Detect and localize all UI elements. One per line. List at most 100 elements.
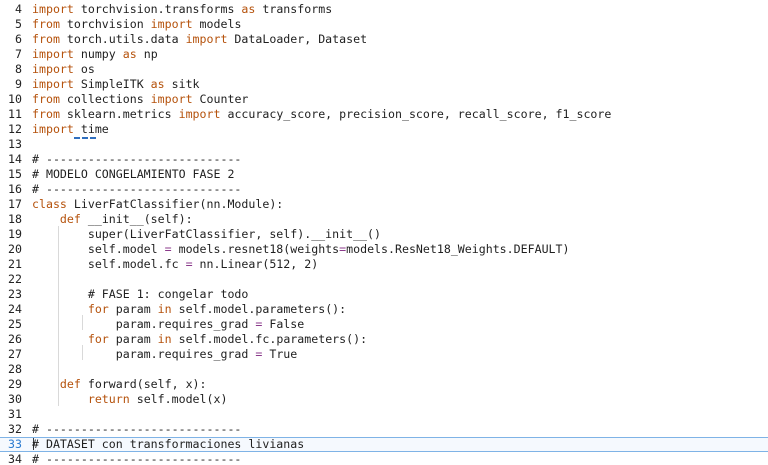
code-line[interactable]: 11 from sklearn.metrics import accuracy_s…: [0, 107, 768, 122]
code-line[interactable]: 16 # ----------------------------: [0, 182, 768, 197]
line-number: 5: [15, 17, 22, 31]
line-number: 29: [8, 377, 22, 391]
line-number: 33: [8, 437, 22, 451]
line-number: 22: [8, 272, 22, 286]
code-text: param.requires_grad = True: [32, 347, 298, 362]
code-token: models.resnet18(weights: [171, 242, 340, 256]
code-line[interactable]: 8 import os: [0, 62, 768, 77]
line-number: 15: [8, 167, 22, 181]
code-line[interactable]: 4 import torchvision.transforms as transf…: [0, 2, 768, 17]
code-text: # MODELO CONGELAMIENTO FASE 2: [32, 167, 234, 182]
code-line[interactable]: 28: [0, 362, 768, 377]
code-token: collections: [59, 92, 151, 106]
code-token: np: [136, 47, 158, 61]
code-token: self.model.fc: [32, 257, 186, 271]
line-number: 8: [15, 62, 22, 76]
line-number: 20: [8, 242, 22, 256]
code-text: # ----------------------------: [32, 182, 241, 197]
line-number: 28: [8, 362, 22, 376]
line-number: 25: [8, 317, 22, 331]
code-line[interactable]: 15 # MODELO CONGELAMIENTO FASE 2: [0, 167, 768, 182]
keyword-token: import: [32, 2, 74, 16]
keyword-token: def: [59, 212, 81, 226]
code-token: param.requires_grad: [32, 317, 256, 331]
code-text: from collections import Counter: [32, 92, 248, 107]
code-text: self.model.fc = nn.Linear(512, 2): [32, 257, 318, 272]
keyword-token: return: [87, 392, 130, 406]
code-token: time: [73, 122, 109, 136]
code-line[interactable]: 7 import numpy as np: [0, 47, 768, 62]
keyword-token: import: [178, 107, 221, 121]
line-number: 14: [8, 152, 22, 166]
code-token: SimpleITK: [73, 77, 151, 91]
line-number: 4: [15, 2, 22, 16]
line-number: 21: [8, 257, 22, 271]
line-number: 26: [8, 332, 22, 346]
line-number: 9: [15, 77, 22, 91]
code-token: sklearn.metrics: [59, 107, 179, 121]
code-line[interactable]: 26 for param in self.model.fc.parameters…: [0, 332, 768, 347]
code-line[interactable]: 17 class LiverFatClassifier(nn.Module):: [0, 197, 768, 212]
code-line[interactable]: 20 self.model = models.resnet18(weights=…: [0, 242, 768, 257]
comment-token: # ----------------------------: [32, 152, 242, 166]
code-text: import os: [32, 62, 95, 77]
code-line[interactable]: 13: [0, 137, 768, 152]
keyword-token: import: [150, 92, 193, 106]
code-line[interactable]: 14 # ----------------------------: [0, 152, 768, 167]
code-token: nn.Linear(512, 2): [192, 257, 319, 271]
keyword-token: from: [32, 17, 60, 31]
code-line[interactable]: 19 super(LiverFatClassifier, self).__ini…: [0, 227, 768, 242]
keyword-token: import: [185, 32, 228, 46]
code-line[interactable]: 31: [0, 407, 768, 422]
code-line[interactable]: 9 import SimpleITK as sitk: [0, 77, 768, 92]
code-line[interactable]: 21 self.model.fc = nn.Linear(512, 2): [0, 257, 768, 272]
code-line[interactable]: 32 # ----------------------------: [0, 422, 768, 437]
code-token: self.model.fc.parameters():: [171, 332, 368, 346]
code-line[interactable]: 10 from collections import Counter: [0, 92, 768, 107]
code-line[interactable]: 33 # DATASET con transformaciones liviana…: [0, 437, 768, 452]
code-line[interactable]: 23 # FASE 1: congelar todo: [0, 287, 768, 302]
code-token: os: [73, 62, 95, 76]
code-line[interactable]: 25 param.requires_grad = False: [0, 317, 768, 332]
keyword-token: as: [150, 77, 165, 91]
code-text: from torchvision import models: [32, 17, 241, 32]
keyword-token: for: [87, 302, 109, 316]
comment-token: # FASE 1: congelar todo: [87, 287, 249, 301]
code-token: False: [262, 317, 305, 331]
code-token: torchvision: [59, 17, 151, 31]
code-text: # DATASET con transformaciones livianas: [32, 437, 304, 452]
comment-token: # ----------------------------: [32, 422, 242, 436]
code-line[interactable]: 34 # ----------------------------: [0, 452, 768, 465]
line-number: 30: [8, 392, 22, 406]
code-line[interactable]: 30 return self.model(x): [0, 392, 768, 407]
code-token: self.model.parameters():: [171, 302, 347, 316]
code-editor[interactable]: 4 import torchvision.transforms as transf…: [0, 0, 768, 465]
code-text: import time: [32, 122, 109, 137]
code-line[interactable]: 18 def __init__(self):: [0, 212, 768, 227]
code-token: param: [108, 302, 158, 316]
keyword-token: in: [157, 332, 172, 346]
code-text: for param in self.model.parameters():: [32, 302, 346, 317]
code-text: import numpy as np: [32, 47, 158, 62]
code-line[interactable]: 12 import time: [0, 122, 768, 137]
code-line[interactable]: 22: [0, 272, 768, 287]
code-line[interactable]: 6 from torch.utils.data import DataLoader…: [0, 32, 768, 47]
code-line[interactable]: 5 from torchvision import models: [0, 17, 768, 32]
line-number: 27: [8, 347, 22, 361]
code-text: return self.model(x): [32, 392, 228, 407]
code-token: Counter: [192, 92, 249, 106]
code-text: from sklearn.metrics import accuracy_sco…: [32, 107, 611, 122]
keyword-token: as: [122, 47, 137, 61]
keyword-token: import: [32, 47, 74, 61]
code-token: param: [108, 332, 158, 346]
code-line[interactable]: 24 for param in self.model.parameters():: [0, 302, 768, 317]
code-token: models.ResNet18_Weights.DEFAULT): [346, 242, 570, 256]
code-token: self.model: [32, 242, 165, 256]
code-token: forward(self, x):: [80, 377, 207, 391]
code-line[interactable]: 27 param.requires_grad = True: [0, 347, 768, 362]
code-token: sitk: [164, 77, 200, 91]
code-line[interactable]: 29 def forward(self, x):: [0, 377, 768, 392]
